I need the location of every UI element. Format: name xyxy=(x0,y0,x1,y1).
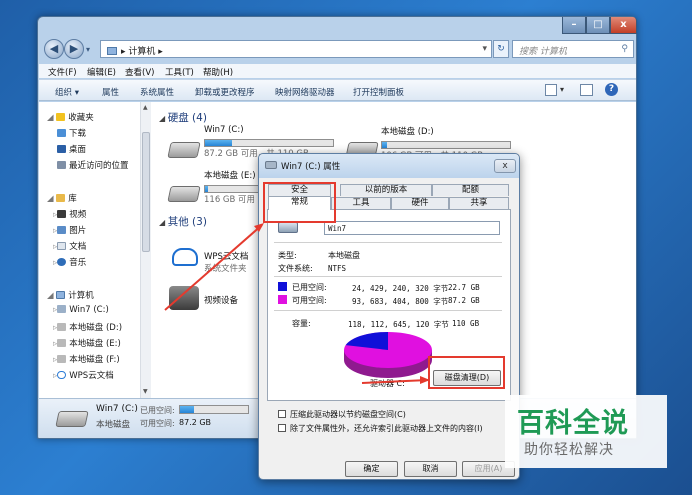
arrow-head xyxy=(420,376,430,384)
tab-highlight-box xyxy=(263,182,336,223)
arrow-to-cleanup xyxy=(361,379,429,384)
arrow-to-general-tab xyxy=(164,224,263,311)
watermark: 百科全说 助你轻松解决 xyxy=(505,395,667,468)
watermark-title: 百科全说 xyxy=(517,408,629,439)
watermark-subtitle: 助你轻松解决 xyxy=(524,442,614,458)
